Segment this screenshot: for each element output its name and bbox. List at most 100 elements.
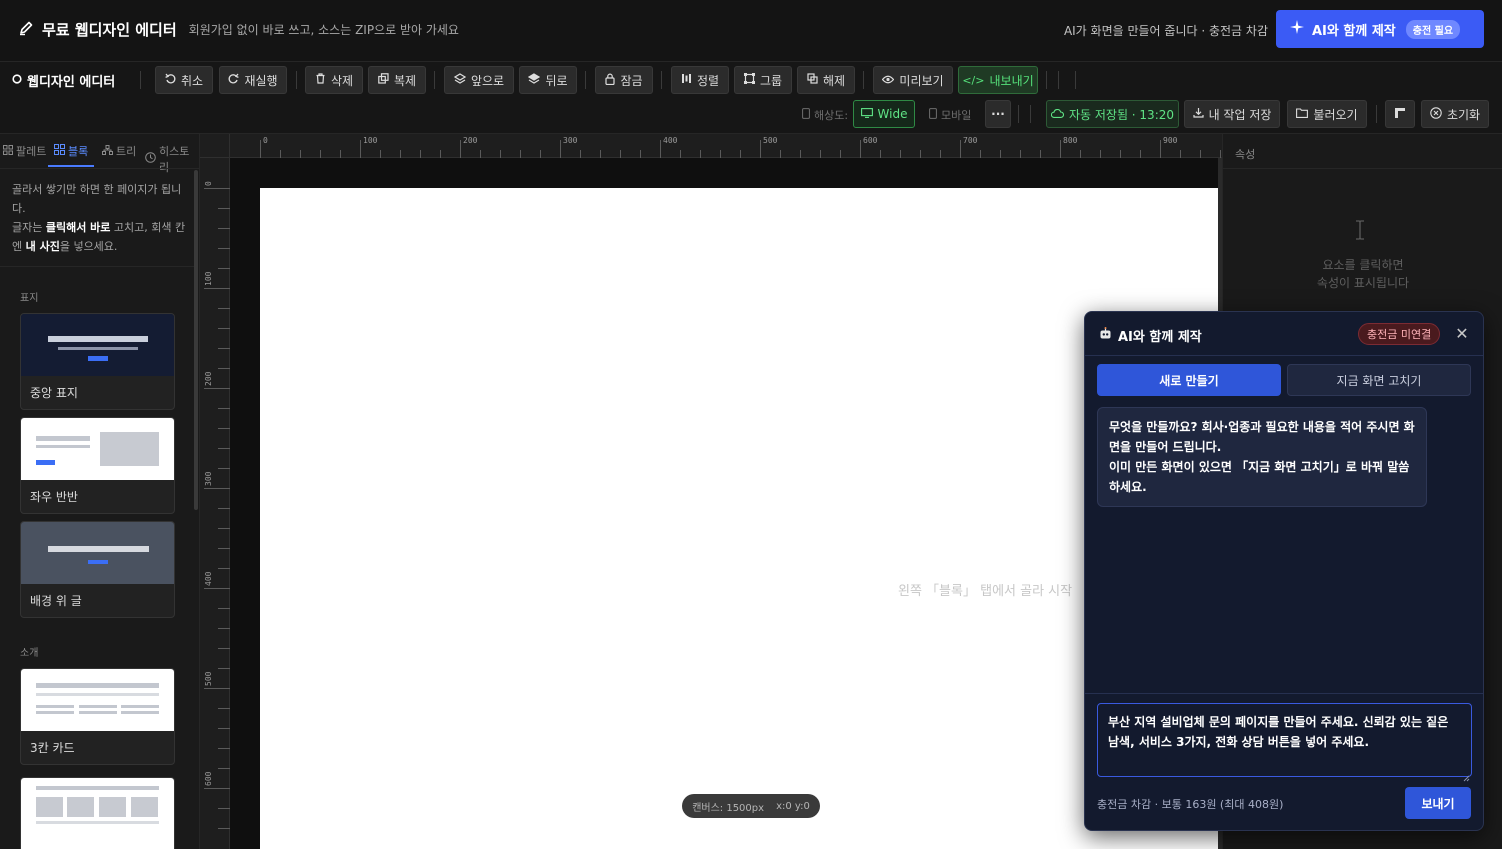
tab-history[interactable]: 히스토리 (145, 143, 199, 175)
duplicate-button[interactable]: 복제 (368, 66, 426, 94)
lock-button[interactable]: 잠금 (595, 66, 653, 94)
export-label: 내보내기 (989, 73, 1034, 88)
ruler-tick (840, 150, 841, 158)
redo-button[interactable]: 재실행 (219, 66, 287, 94)
hint-emphasis: 클릭해서 바로 (45, 221, 111, 234)
ruler-tick (300, 150, 301, 158)
ruler-tick (1000, 150, 1001, 158)
block-center-cover[interactable]: 중앙 표지 (20, 313, 175, 410)
ruler-tick (620, 150, 621, 158)
ruler-tick (520, 150, 521, 158)
toolbar-divider (863, 71, 864, 89)
delete-button[interactable]: 삭제 (305, 66, 363, 94)
export-button[interactable]: </> 내보내기 (958, 66, 1038, 94)
tab-palette-label: 팔레트 (16, 145, 47, 158)
ai-make-button[interactable]: AI와 함께 제작 충전 필요 (1276, 10, 1484, 48)
align-button[interactable]: 정렬 (671, 66, 729, 94)
block-card-grid[interactable] (20, 777, 175, 849)
section-intro-label: 소개 (20, 648, 39, 659)
layers-down-icon (528, 73, 541, 87)
block-label: 좌우 반반 (30, 490, 78, 504)
ai-message-bubble: 무엇을 만들까요? 회사·업종과 필요한 내용을 적어 주시면 화면을 만들어 … (1097, 407, 1427, 507)
ruler-tick (1160, 140, 1161, 158)
ai-panel-title: AI와 함께 제작 (1099, 326, 1202, 345)
ruler-tick (218, 428, 230, 429)
toolbar-divider (585, 71, 586, 89)
toolbar-divider (1046, 71, 1047, 89)
ruler-tick (218, 548, 230, 549)
ruler-tick (204, 388, 230, 389)
block-three-cards[interactable]: 3칸 카드 (20, 668, 175, 765)
ruler-tick (218, 448, 230, 449)
empty-line-2: 속성이 표시됩니다 (1316, 276, 1410, 290)
block-thumbnail (21, 669, 174, 731)
left-panel: 팔레트 블록 트리 히스토리 골라서 쌓기만 하면 한 페이지가 됩니다. 글자… (0, 134, 200, 849)
more-button[interactable]: ··· (985, 100, 1011, 128)
ruler-horizontal: 0 100 200 300 400 500 600 700 800 900 (230, 134, 1222, 158)
hint-line-1: 골라서 쌓기만 하면 한 페이지가 됩니다. (12, 183, 182, 215)
code-icon: </> (962, 73, 985, 87)
toolbar-divider (1030, 105, 1031, 123)
ruler-tick (204, 588, 230, 589)
ruler-tick (218, 268, 230, 269)
resize-handle-icon[interactable] (1463, 767, 1470, 786)
grid-icon (3, 144, 13, 158)
block-split-half[interactable]: 좌우 반반 (20, 417, 175, 514)
tab-fix-current[interactable]: 지금 화면 고치기 (1287, 364, 1471, 396)
preview-button[interactable]: 미리보기 (873, 66, 953, 94)
tab-new-create[interactable]: 새로 만들기 (1097, 364, 1281, 396)
cloud-icon (1050, 107, 1064, 121)
ruler-tick (1180, 150, 1181, 158)
left-scrollbar[interactable] (194, 170, 198, 510)
group-button[interactable]: 그룹 (734, 66, 792, 94)
ruler-tick (1100, 150, 1101, 158)
reset-button[interactable]: 초기화 (1421, 100, 1489, 128)
divider (1223, 168, 1502, 169)
ruler-corner (200, 134, 230, 158)
ruler-tick (218, 348, 230, 349)
empty-line-1: 요소를 클릭하면 (1322, 258, 1404, 272)
app-header: 무료 웹디자인 에디터 회원가입 없이 바로 쓰고, 소스는 ZIP으로 받아 … (0, 0, 1502, 62)
tab-blocks-label: 블록 (68, 145, 89, 158)
folder-icon (1296, 107, 1309, 121)
ruler-tick (218, 768, 230, 769)
ruler-vertical: 0 100 200 300 400 500 600 (200, 158, 230, 849)
eye-icon (882, 73, 895, 87)
delete-label: 삭제 (330, 73, 354, 88)
close-icon[interactable]: ✕ (1453, 325, 1471, 343)
toolbar-divider (296, 71, 297, 89)
ruler-tick (204, 288, 230, 289)
tab-history-label: 히스토리 (159, 145, 190, 174)
tab-palette[interactable]: 팔레트 (3, 143, 46, 159)
block-text-over-bg[interactable]: 배경 위 글 (20, 521, 175, 618)
save-my-work-button[interactable]: 내 작업 저장 (1184, 100, 1280, 128)
load-button[interactable]: 불러오기 (1287, 100, 1367, 128)
ungroup-button[interactable]: 해제 (797, 66, 855, 94)
undo-button[interactable]: 취소 (155, 66, 213, 94)
block-label: 중앙 표지 (30, 386, 78, 400)
wide-mode-button[interactable]: Wide (853, 100, 915, 128)
layout-icon (1394, 107, 1406, 122)
ruler-tick (218, 608, 230, 609)
tab-blocks[interactable]: 블록 (54, 143, 88, 159)
properties-title: 속성 (1235, 148, 1256, 161)
ruler-tick (1020, 150, 1021, 158)
layout-toggle-button[interactable] (1385, 100, 1415, 128)
toolbar-divider (1018, 105, 1019, 123)
ruler-tick (420, 150, 421, 158)
send-button[interactable]: 보내기 (1405, 787, 1471, 819)
ruler-label: 200 (204, 371, 213, 386)
ruler-tick (218, 628, 230, 629)
ruler-label: 300 (204, 471, 213, 486)
send-backward-button[interactable]: 뒤로 (519, 66, 577, 94)
block-label: 배경 위 글 (30, 594, 82, 608)
ruler-tick (660, 140, 661, 158)
page-canvas[interactable] (260, 188, 1218, 849)
bring-forward-button[interactable]: 앞으로 (444, 66, 514, 94)
mobile-mode-button[interactable]: 모바일 (929, 107, 971, 123)
ai-prompt-input[interactable]: 부산 지역 설비업체 문의 페이지를 만들어 주세요. 신뢰감 있는 짙은 남색… (1097, 703, 1472, 777)
backward-label: 뒤로 (545, 73, 568, 88)
tab-tree[interactable]: 트리 (102, 143, 136, 159)
ai-message-text: 무엇을 만들까요? 회사·업종과 필요한 내용을 적어 주시면 화면을 만들어 … (1109, 420, 1415, 494)
canvas-status-pill: 캔버스: 1500px x:0 y:0 (682, 794, 820, 818)
